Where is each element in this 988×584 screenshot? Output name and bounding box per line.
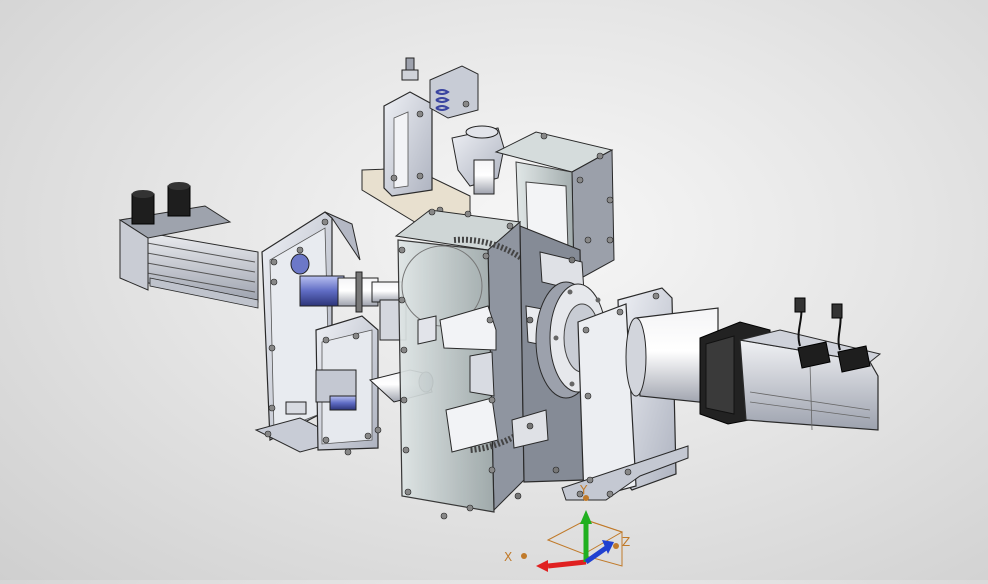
- assembly-model[interactable]: X Y Z: [0, 0, 988, 580]
- right-servo-motor[interactable]: [699, 297, 882, 431]
- cad-viewport[interactable]: X Y Z: [0, 0, 988, 580]
- top-tensioner-assembly[interactable]: [361, 57, 505, 225]
- triad-y-label: Y: [579, 483, 588, 497]
- triad-x-label: X: [504, 550, 512, 564]
- triad-z-label: Z: [622, 535, 630, 549]
- left-servo-motor[interactable]: [118, 182, 259, 309]
